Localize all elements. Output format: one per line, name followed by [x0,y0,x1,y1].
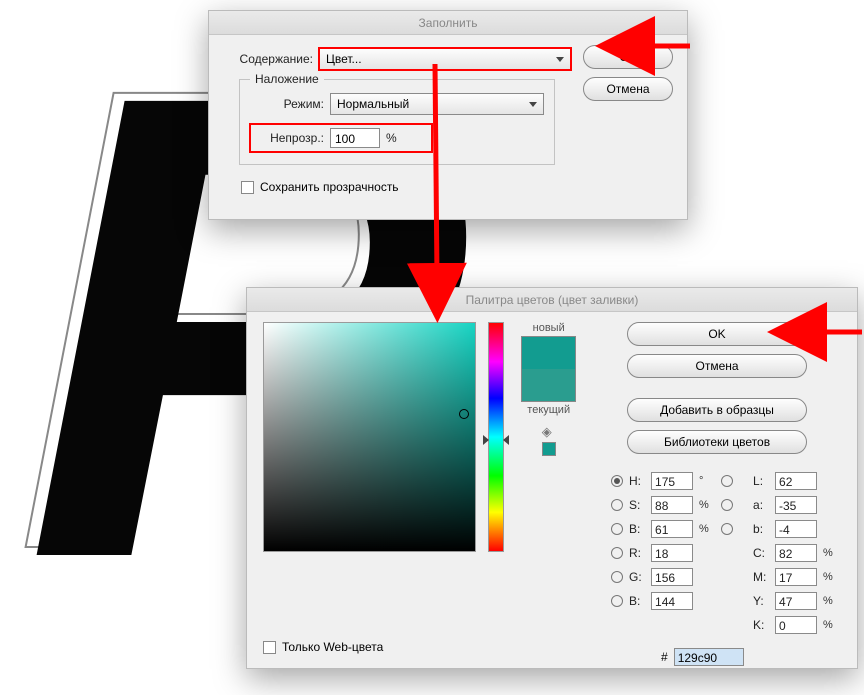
label-bv: B: [629,522,647,536]
input-bc[interactable]: 144 [651,592,693,610]
cancel-button[interactable]: Отмена [583,77,673,101]
preserve-transparency-label: Сохранить прозрачность [260,180,399,194]
ok-button[interactable]: OK [583,45,673,69]
input-b[interactable]: -4 [775,520,817,538]
gamut-swatch[interactable] [542,442,556,456]
radio-s[interactable] [611,499,623,511]
input-g[interactable]: 156 [651,568,693,586]
radio-l[interactable] [721,475,733,487]
radio-bc[interactable] [611,595,623,607]
contents-dropdown[interactable]: Цвет... [319,48,571,70]
hue-marker-left-icon [483,435,489,445]
saturation-value-field[interactable] [263,322,476,552]
contents-label: Содержание: [223,52,313,66]
blending-group: Наложение Режим: Нормальный Непрозр.: 10… [239,79,555,165]
color-picker-dialog: Палитра цветов (цвет заливки) новый теку… [246,287,858,669]
label-c: C: [753,546,771,560]
only-web-colors-label: Только Web-цвета [282,640,383,654]
label-a: a: [753,498,771,512]
label-k: K: [753,618,771,632]
fill-dialog: Заполнить Содержание: Цвет... Наложение … [208,10,688,220]
label-bc: B: [629,594,647,608]
opacity-label: Непрозр.: [252,131,324,145]
contents-value: Цвет... [326,52,362,66]
radio-b[interactable] [721,523,733,535]
unit-s: % [699,499,717,511]
hue-slider[interactable] [488,322,505,552]
blending-group-title: Наложение [250,72,324,86]
new-color-swatch[interactable] [522,337,575,369]
opacity-unit: % [386,131,400,145]
radio-bv[interactable] [611,523,623,535]
radio-a[interactable] [721,499,733,511]
color-picker-title: Палитра цветов (цвет заливки) [247,288,857,312]
radio-r[interactable] [611,547,623,559]
unit-k: % [823,619,841,631]
input-a[interactable]: -35 [775,496,817,514]
hex-label: # [661,650,668,664]
cp-cancel-button[interactable]: Отмена [627,354,807,378]
gamut-warning-icon[interactable] [542,426,556,440]
label-h: H: [629,474,647,488]
chevron-down-icon [556,57,564,62]
input-bv[interactable]: 61 [651,520,693,538]
current-color-swatch[interactable] [522,369,575,401]
unit-m: % [823,571,841,583]
label-l: L: [753,474,771,488]
chevron-down-icon [529,102,537,107]
color-libraries-button[interactable]: Библиотеки цветов [627,430,807,454]
input-k[interactable]: 0 [775,616,817,634]
input-l[interactable]: 62 [775,472,817,490]
input-s[interactable]: 88 [651,496,693,514]
label-b: b: [753,522,771,536]
preserve-transparency-checkbox[interactable] [241,181,254,194]
radio-h[interactable] [611,475,623,487]
label-g: G: [629,570,647,584]
add-to-swatches-button[interactable]: Добавить в образцы [627,398,807,422]
input-y[interactable]: 47 [775,592,817,610]
label-r: R: [629,546,647,560]
unit-bv: % [699,523,717,535]
radio-g[interactable] [611,571,623,583]
swatch-preview: новый текущий [516,322,581,666]
mode-label: Режим: [250,97,324,111]
label-m: M: [753,570,771,584]
opacity-input[interactable]: 100 [330,128,380,148]
input-h[interactable]: 175 [651,472,693,490]
mode-dropdown[interactable]: Нормальный [330,93,544,115]
unit-h: ° [699,475,717,487]
cp-ok-button[interactable]: OK [627,322,807,346]
fill-dialog-title: Заполнить [209,11,687,35]
unit-y: % [823,595,841,607]
only-web-colors-checkbox[interactable] [263,641,276,654]
hue-marker-right-icon [503,435,509,445]
input-c[interactable]: 82 [775,544,817,562]
input-m[interactable]: 17 [775,568,817,586]
label-s: S: [629,498,647,512]
color-cursor-icon [459,409,469,419]
mode-value: Нормальный [337,97,409,111]
input-r[interactable]: 18 [651,544,693,562]
new-color-label: новый [533,322,565,334]
current-color-label: текущий [527,404,570,416]
hex-input[interactable]: 129c90 [674,648,744,666]
label-y: Y: [753,594,771,608]
unit-c: % [823,547,841,559]
